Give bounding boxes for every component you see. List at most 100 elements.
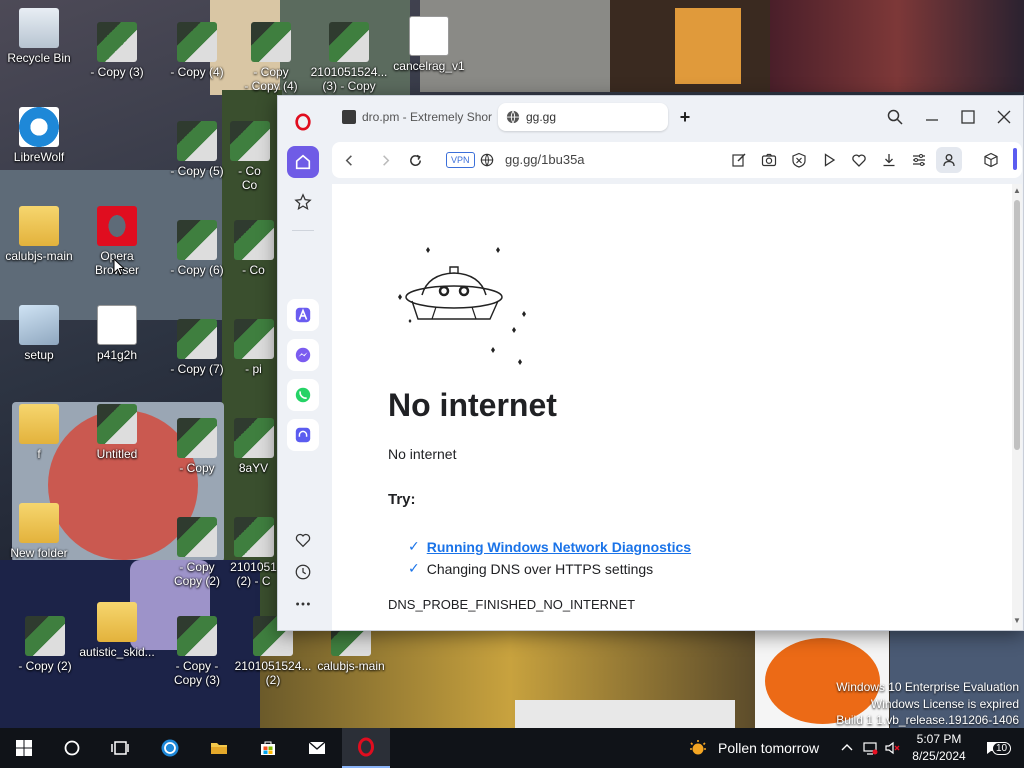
show-hidden-icons-button[interactable]: [838, 728, 856, 768]
image-thumbnail-icon: [229, 121, 270, 161]
player-button[interactable]: [816, 147, 842, 173]
desktop-icon-recycle-bin[interactable]: Recycle Bin: [0, 8, 78, 65]
desktop-icon-new-folder[interactable]: New folder: [0, 503, 78, 560]
desktop-icon-p41g2h[interactable]: p41g2h: [78, 305, 156, 362]
desktop-icon-label: - Copy - Copy (4): [244, 65, 298, 93]
new-tab-button[interactable]: +: [674, 107, 696, 129]
sidebar-pinboards-button[interactable]: [287, 524, 319, 556]
close-button[interactable]: [991, 104, 1017, 130]
snapshot-button[interactable]: [756, 147, 782, 173]
desktop-icon-8ayv[interactable]: 8aYV: [230, 418, 277, 475]
sidebar-messenger-button[interactable]: [287, 339, 319, 371]
network-disconnected-icon: [863, 742, 878, 755]
network-button[interactable]: [860, 728, 880, 768]
desktop-icon-cancelrag[interactable]: cancelrag_v1: [390, 16, 468, 73]
sidebar-aria-button[interactable]: [287, 299, 319, 331]
sidebar-more-button[interactable]: [287, 588, 319, 620]
downloads-button[interactable]: [876, 147, 902, 173]
desktop-icon-2101051524-3-copy[interactable]: 2101051524... (3) - Copy: [310, 22, 388, 93]
desktop-icon-copy-copy-2[interactable]: - Copy Copy (2): [158, 517, 236, 588]
desktop-icon-pi[interactable]: - pi: [230, 319, 277, 376]
start-button[interactable]: [0, 728, 48, 768]
taskbar-clock[interactable]: 5:07 PM 8/25/2024: [904, 731, 974, 765]
desktop-icon-copy-copy-3[interactable]: - Copy - Copy (3): [158, 616, 236, 687]
opera-menu-button[interactable]: [287, 106, 319, 138]
sidebar-speed-dial-button[interactable]: [287, 186, 319, 218]
edit-button[interactable]: [726, 147, 752, 173]
tab-search-button[interactable]: [882, 104, 908, 130]
desktop-icon-co[interactable]: - Co Co: [222, 121, 277, 192]
desktop-icon-librewolf[interactable]: LibreWolf: [0, 107, 78, 164]
scrollbar-thumb[interactable]: [1014, 200, 1020, 450]
desktop-icon-copy-2[interactable]: - Copy (2): [6, 616, 84, 673]
sidebar-music-button[interactable]: [287, 419, 319, 451]
tab-gg[interactable]: gg.gg: [498, 103, 668, 131]
taskbar-store-button[interactable]: [244, 728, 292, 768]
search-button[interactable]: [48, 728, 96, 768]
desktop-icon-untitled[interactable]: Untitled: [78, 404, 156, 461]
desktop-icon-autistic-skid[interactable]: autistic_skid...: [78, 602, 156, 659]
address-bar-url[interactable]: gg.gg/1bu35a: [505, 152, 585, 167]
taskbar-mail-button[interactable]: [293, 728, 341, 768]
sidebar-history-button[interactable]: [287, 556, 319, 588]
profile-button[interactable]: [936, 147, 962, 173]
image-file-icon: [97, 305, 137, 345]
wallpaper-image: [515, 700, 735, 728]
desktop-icon-co-2[interactable]: - Co: [230, 220, 277, 277]
globe-icon[interactable]: [480, 153, 494, 167]
weather-widget[interactable]: Pollen tomorrow: [688, 728, 819, 768]
windows-watermark-line: Windows License is expired: [870, 697, 1019, 711]
desktop-icon-2101051-2[interactable]: 2101051 (2) - C: [230, 517, 277, 588]
desktop-icon-copy[interactable]: - Copy: [158, 418, 236, 475]
opera-logo-icon: [295, 113, 311, 131]
desktop-icon-copy-6[interactable]: - Copy (6): [158, 220, 236, 277]
reload-button[interactable]: [402, 147, 428, 173]
taskbar-opera-button[interactable]: [342, 728, 390, 768]
desktop-icon-copy-7[interactable]: - Copy (7): [158, 319, 236, 376]
desktop-icon-copy-copy-4[interactable]: - Copy - Copy (4): [232, 22, 310, 93]
store-icon: [261, 741, 275, 755]
extensions-button[interactable]: [978, 147, 1004, 173]
image-thumbnail-icon: [177, 319, 217, 359]
desktop-icon-label: calubjs-main: [5, 249, 73, 263]
clock-time: 5:07 PM: [916, 732, 962, 746]
desktop-icon-f[interactable]: f: [0, 404, 78, 461]
minimize-button[interactable]: [919, 104, 945, 130]
forward-button[interactable]: [372, 147, 398, 173]
taskbar-file-explorer-button[interactable]: [195, 728, 243, 768]
image-thumbnail-icon: [233, 220, 274, 260]
folder-icon: [97, 602, 137, 642]
sidebar-home-button[interactable]: [287, 146, 319, 178]
desktop-icon-label: - Copy (7): [170, 362, 224, 376]
page-scrollbar[interactable]: ▲ ▼: [1012, 184, 1022, 630]
pinboard-button[interactable]: [846, 147, 872, 173]
task-view-button[interactable]: [96, 728, 144, 768]
desktop-icon-label: 8aYV: [238, 461, 269, 475]
opera-browser-window: dro.pm - Extremely Short gg.gg + VPN gg.…: [277, 95, 1024, 631]
scroll-up-arrow-icon[interactable]: ▲: [1012, 186, 1022, 198]
sidebar-toggle-indicator[interactable]: [1013, 148, 1017, 170]
whatsapp-icon: [295, 387, 311, 403]
desktop-icon-copy-3[interactable]: - Copy (3): [78, 22, 156, 79]
network-diagnostics-link[interactable]: Running Windows Network Diagnostics: [427, 539, 691, 555]
volume-button[interactable]: [882, 728, 902, 768]
wallpaper-image: [675, 8, 741, 84]
tab-dropm[interactable]: dro.pm - Extremely Short: [334, 103, 492, 131]
clock-date: 8/25/2024: [912, 749, 966, 763]
chevron-up-icon: [841, 744, 853, 751]
adblock-button[interactable]: [786, 147, 812, 173]
easy-setup-button[interactable]: [906, 147, 932, 173]
maximize-button[interactable]: [955, 104, 981, 130]
taskbar-librewolf-button[interactable]: [146, 728, 194, 768]
tab-title: gg.gg: [526, 110, 557, 124]
back-button[interactable]: [336, 147, 362, 173]
search-icon: [64, 740, 80, 756]
desktop-icon-setup[interactable]: setup: [0, 305, 78, 362]
sidebar-whatsapp-button[interactable]: [287, 379, 319, 411]
scroll-down-arrow-icon[interactable]: ▼: [1012, 616, 1022, 628]
desktop-icon-copy-4[interactable]: - Copy (4): [158, 22, 236, 79]
desktop-icon-calubjs-main[interactable]: calubjs-main: [0, 206, 78, 263]
desktop-icon-label: - Copy (3): [90, 65, 144, 79]
globe-favicon: [506, 110, 520, 124]
vpn-badge[interactable]: VPN: [446, 152, 475, 168]
